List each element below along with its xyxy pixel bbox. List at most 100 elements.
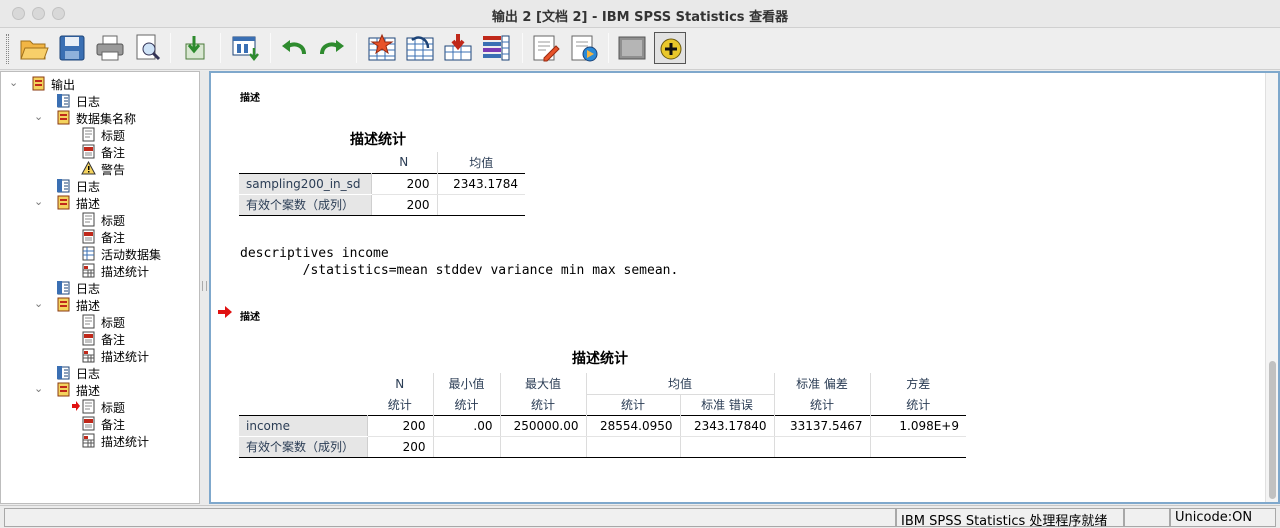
outline-item[interactable]: ⌄ 输出 bbox=[1, 75, 199, 92]
status-empty-cell bbox=[4, 508, 896, 527]
section-heading[interactable]: 描述 bbox=[240, 89, 260, 104]
descriptives-table-1[interactable]: N 均值 sampling200_in_sd 200 2343.1784 有效个… bbox=[239, 152, 525, 216]
redo-button[interactable] bbox=[316, 32, 348, 64]
dataset-icon bbox=[82, 246, 95, 261]
sub-header: 统计 bbox=[774, 394, 871, 415]
outline-item[interactable]: 描述统计 bbox=[1, 262, 199, 279]
chevron-down-icon[interactable]: ⌄ bbox=[34, 382, 46, 395]
outline-item[interactable]: 标题 bbox=[1, 313, 199, 330]
table-cell: 33137.5467 bbox=[774, 414, 871, 437]
insert-title-button[interactable] bbox=[568, 32, 600, 64]
col-header: 最小值 bbox=[433, 373, 501, 394]
recall-dialog-button[interactable] bbox=[230, 32, 262, 64]
outline-item-label: 备注 bbox=[101, 418, 126, 432]
variables-button[interactable] bbox=[480, 32, 512, 64]
outline-item-label: 数据集名称 bbox=[76, 112, 137, 126]
chevron-down-icon[interactable]: ⌄ bbox=[9, 76, 21, 89]
save-button[interactable] bbox=[56, 32, 88, 64]
processor-status: IBM SPSS Statistics 处理程序就绪 bbox=[896, 508, 1124, 528]
outline-item[interactable]: ⌄ 描述 bbox=[1, 296, 199, 313]
table-title[interactable]: 描述统计 bbox=[572, 348, 628, 368]
spss-viewer-window: 输出 2 [文档 2] - IBM SPSS Statistics 查看器 ⌄ … bbox=[0, 0, 1280, 528]
outline-item[interactable]: 标题 bbox=[1, 126, 199, 143]
toolbar-separator bbox=[170, 33, 171, 63]
outline-item[interactable]: 活动数据集 bbox=[1, 245, 199, 262]
outline-item[interactable]: 备注 bbox=[1, 415, 199, 432]
outline-item[interactable]: 警告 bbox=[1, 160, 199, 177]
outline-item-label: 备注 bbox=[101, 231, 126, 245]
show-hide-button[interactable] bbox=[616, 32, 648, 64]
chevron-down-icon[interactable]: ⌄ bbox=[34, 195, 46, 208]
vertical-scrollbar[interactable] bbox=[1265, 73, 1278, 502]
outline-item[interactable]: 日志 bbox=[1, 279, 199, 296]
print-button[interactable] bbox=[94, 32, 126, 64]
toolbar-separator bbox=[522, 33, 523, 63]
log-icon bbox=[57, 281, 70, 295]
export-button[interactable] bbox=[180, 32, 212, 64]
table-cell bbox=[437, 194, 525, 216]
print-preview-button[interactable] bbox=[132, 32, 164, 64]
outline-item[interactable]: 描述统计 bbox=[1, 432, 199, 449]
designate-window-icon bbox=[660, 38, 682, 60]
outline-item[interactable]: 日志 bbox=[1, 92, 199, 109]
outline-item-label: 备注 bbox=[101, 333, 126, 347]
output-book-icon bbox=[32, 76, 45, 91]
sub-header: 标准 错误 bbox=[680, 394, 775, 415]
export-icon bbox=[185, 36, 205, 60]
outline-item-label: 日志 bbox=[76, 180, 101, 194]
outline-item-label: 标题 bbox=[101, 316, 126, 330]
outline-item[interactable]: 日志 bbox=[1, 364, 199, 381]
outline-item[interactable]: ⌄ 描述 bbox=[1, 194, 199, 211]
toolbar-grip[interactable] bbox=[6, 34, 9, 64]
outline-item[interactable]: 标题 bbox=[1, 398, 199, 415]
descriptives-table-2[interactable]: N 最小值 最大值 均值 标准 偏差 方差 统计 统计 统计 统计 标准 错误 … bbox=[239, 373, 966, 458]
open-icon bbox=[20, 40, 49, 60]
table-cell: .00 bbox=[433, 414, 501, 437]
outline-item[interactable]: ⌄ 描述 bbox=[1, 381, 199, 398]
outline-item[interactable]: 描述统计 bbox=[1, 347, 199, 364]
table-icon bbox=[82, 433, 95, 448]
goto-case-icon bbox=[406, 36, 434, 61]
pane-splitter[interactable] bbox=[200, 71, 209, 504]
procedure-book-icon bbox=[57, 110, 70, 125]
table-cell: 2343.1784 bbox=[437, 172, 525, 195]
undo-button[interactable] bbox=[278, 32, 310, 64]
designate-window-button[interactable] bbox=[654, 32, 686, 64]
outline-item[interactable]: ⌄ 数据集名称 bbox=[1, 109, 199, 126]
insert-text-icon bbox=[533, 35, 560, 62]
chevron-down-icon[interactable]: ⌄ bbox=[34, 110, 46, 123]
table-cell: 28554.0950 bbox=[586, 414, 681, 437]
splitter-grip[interactable] bbox=[202, 281, 207, 291]
outline-panel[interactable]: ⌄ 输出 日志 ⌄ 数据集名称 标题 备注 警告 日志 ⌄ 描述 标题 备注 活动数据集 描述统计 日志 ⌄ 描述… bbox=[0, 71, 200, 504]
table-cell: 200 bbox=[371, 194, 438, 216]
sub-header: 统计 bbox=[586, 394, 681, 415]
notes-icon bbox=[82, 229, 95, 244]
goto-variable-icon bbox=[444, 34, 472, 61]
title-icon bbox=[82, 399, 95, 414]
goto-case-button[interactable] bbox=[404, 32, 436, 64]
scrollbar-thumb[interactable] bbox=[1269, 361, 1276, 499]
outline-item[interactable]: 备注 bbox=[1, 228, 199, 245]
outline-item-label: 标题 bbox=[101, 401, 126, 415]
goto-variable-button[interactable] bbox=[442, 32, 474, 64]
goto-data-button[interactable] bbox=[366, 32, 398, 64]
chevron-down-icon[interactable]: ⌄ bbox=[34, 297, 46, 310]
row-label: income bbox=[239, 414, 368, 437]
title-icon bbox=[82, 127, 95, 142]
procedure-book-icon bbox=[57, 382, 70, 397]
output-content-pane[interactable]: 描述 描述统计 N 均值 sampling200_in_sd 200 2343.… bbox=[209, 71, 1280, 504]
outline-item-label: 描述统计 bbox=[101, 265, 150, 279]
insert-text-button[interactable] bbox=[530, 32, 562, 64]
table-cell: 250000.00 bbox=[500, 414, 587, 437]
toolbar-separator bbox=[270, 33, 271, 63]
outline-item[interactable]: 日志 bbox=[1, 177, 199, 194]
outline-item[interactable]: 备注 bbox=[1, 330, 199, 347]
outline-item[interactable]: 标题 bbox=[1, 211, 199, 228]
table-title[interactable]: 描述统计 bbox=[350, 129, 406, 149]
outline-item[interactable]: 备注 bbox=[1, 143, 199, 160]
open-button[interactable] bbox=[18, 32, 50, 64]
table-cell: 1.098E+9 bbox=[870, 414, 966, 437]
syntax-line[interactable]: /statistics=mean stddev variance min max… bbox=[240, 263, 679, 278]
section-heading[interactable]: 描述 bbox=[240, 308, 260, 323]
syntax-line[interactable]: descriptives income bbox=[240, 246, 389, 261]
